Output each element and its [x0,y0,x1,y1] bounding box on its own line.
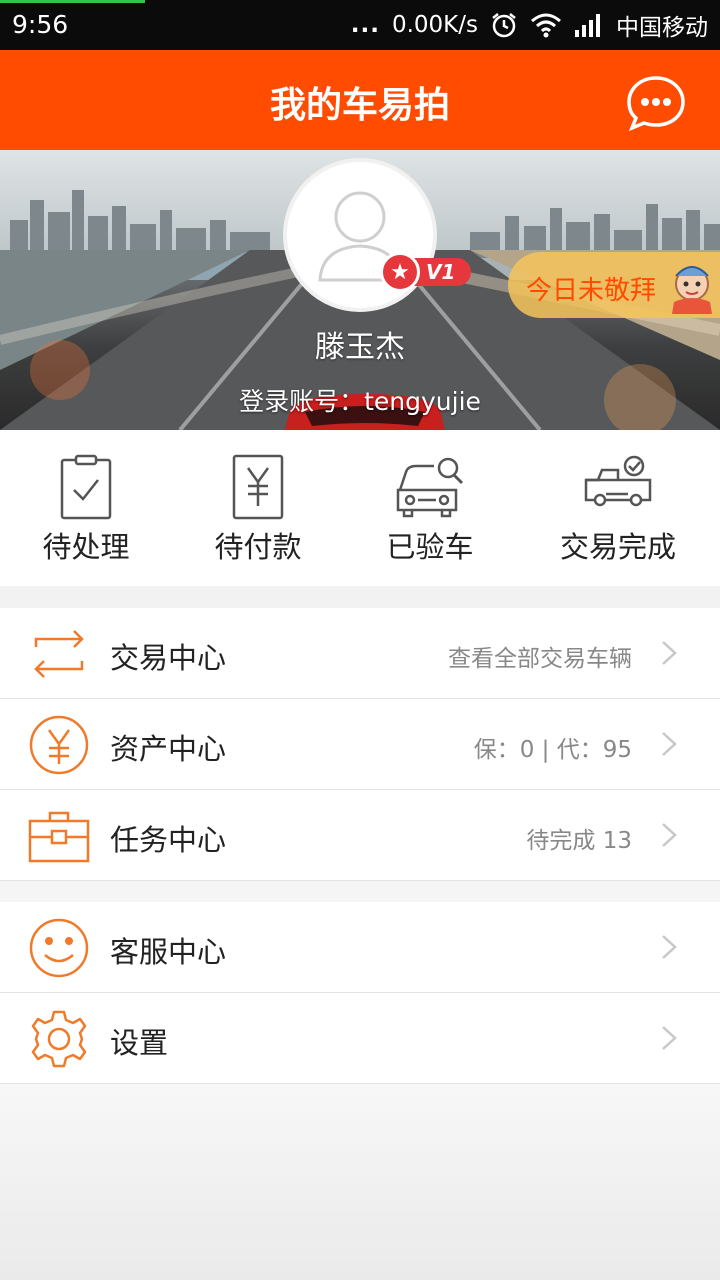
menu-group-support: 客服中心 设置 [0,902,720,1084]
chevron-right-icon [662,935,677,959]
alarm-icon [492,13,516,38]
menu-customer-service[interactable]: 客服中心 [0,902,720,993]
quick-inspected[interactable]: 已验车 [344,430,516,586]
menu-asset-center[interactable]: 资产中心 保：0 | 代：95 [0,699,720,790]
account-id: 登录账号：tengyujie [239,387,481,416]
yuan-receipt-icon [232,454,284,520]
quick-inspected-label: 已验车 [386,530,474,564]
chevron-right-icon [662,823,677,847]
menu-service-label: 客服中心 [110,935,227,969]
clipboard-check-icon [60,454,112,520]
quick-pending[interactable]: 待处理 [0,430,172,586]
chat-bubble-icon[interactable] [626,75,686,131]
page-title: 我的车易拍 [269,85,450,126]
worship-label: 今日未敬拜 [526,276,657,306]
car-search-icon [396,457,464,518]
star-icon: ★ [380,252,420,292]
vip-badge: ★ V1 [380,252,472,292]
profile-banner: ★ V1 今日未敬拜 滕玉杰 登录账号：tengyujie [0,150,720,430]
network-speed: 0.00K/s [391,12,478,38]
user-name: 滕玉杰 [315,330,405,365]
menu-settings-label: 设置 [110,1026,169,1060]
signal-icon [575,14,600,37]
chevron-right-icon [662,732,677,756]
menu-trade-center[interactable]: 交易中心 查看全部交易车辆 [0,608,720,699]
menu-group-main: 交易中心 查看全部交易车辆 资产中心 保：0 | 代：95 任务中心 待完成 1… [0,608,720,881]
smiley-icon [29,918,89,978]
status-icons: ... 0.00K/s 中国移动 [351,8,708,42]
menu-asset-label: 资产中心 [110,732,227,766]
menu-task-center[interactable]: 任务中心 待完成 13 [0,790,720,881]
exchange-arrows-icon [34,630,84,678]
status-time: 9:56 [12,10,69,39]
vip-level: V1 [412,258,472,286]
app-header: 我的车易拍 [0,50,720,150]
quick-completed-label: 交易完成 [559,530,676,564]
menu-trade-extra: 查看全部交易车辆 [448,646,632,672]
menu-task-label: 任务中心 [110,823,227,857]
wifi-icon [531,13,561,38]
truck-check-icon [584,455,652,507]
menu-asset-extra: 保：0 | 代：95 [473,737,632,763]
chevron-right-icon [662,1026,677,1050]
menu-settings[interactable]: 设置 [0,993,720,1084]
status-bar: 9:56 ... 0.00K/s 中国移动 [0,0,720,50]
briefcase-icon [28,811,90,863]
menu-trade-label: 交易中心 [110,641,227,675]
gear-icon [31,1010,87,1068]
carrier-name: 中国移动 [616,15,708,41]
chevron-right-icon [662,641,677,665]
order-status-bar: 待处理 待付款 已验车 交易完成 [0,430,720,586]
loading-indicator [0,0,145,3]
status-more: ... [350,12,380,38]
quick-unpaid-label: 待付款 [214,530,302,564]
worship-button[interactable]: 今日未敬拜 [508,252,720,318]
menu-task-extra: 待完成 13 [526,828,632,854]
mascot-icon [672,266,712,314]
quick-pending-label: 待处理 [42,530,130,564]
quick-unpaid[interactable]: 待付款 [172,430,344,586]
yuan-circle-icon [29,715,89,775]
quick-completed[interactable]: 交易完成 [516,430,720,586]
